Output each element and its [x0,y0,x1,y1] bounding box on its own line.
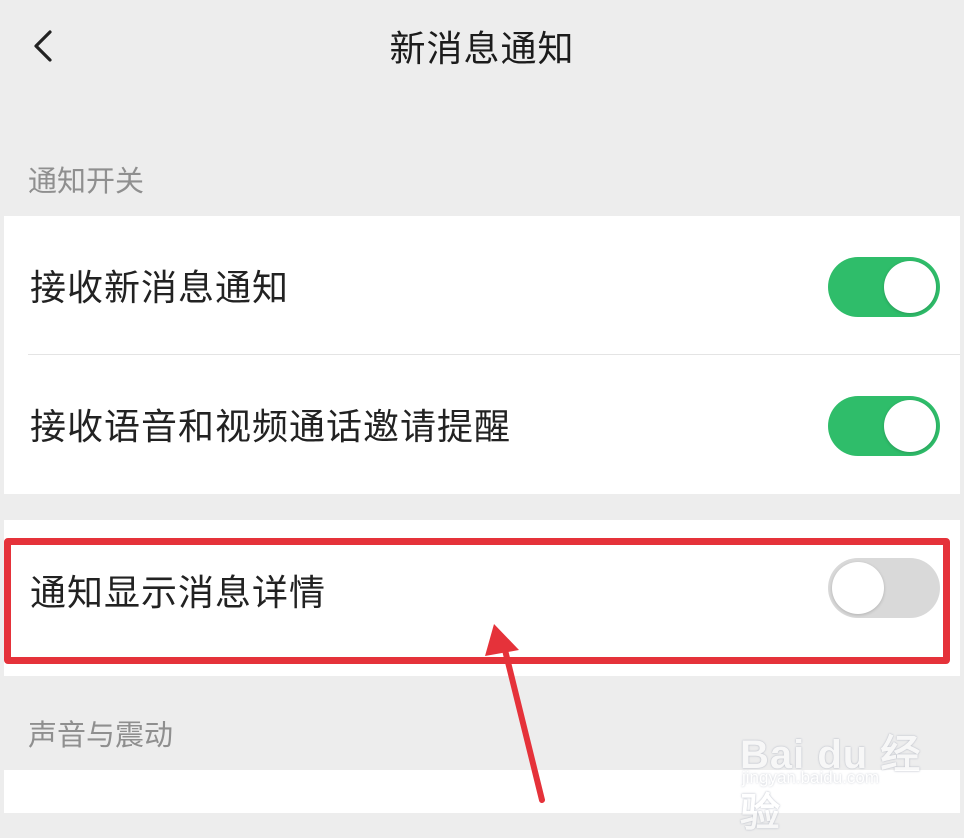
baidu-watermark: Bai du 经验 jingyan.baidu.com [740,708,950,835]
highlight-box [4,538,950,664]
setting-label: 接收新消息通知 [30,268,290,309]
page-title: 新消息通知 [389,29,575,70]
section-label-notification-switch: 通知开关 [28,164,145,198]
section-label-sound-vibration: 声音与震动 [28,718,174,752]
receive-new-messages-toggle[interactable] [828,257,940,317]
call-invites-toggle[interactable] [828,396,940,456]
toggle-knob [884,261,936,313]
settings-group-notifications: 接收新消息通知 接收语音和视频通话邀请提醒 [4,216,960,494]
setting-row-call-invites[interactable]: 接收语音和视频通话邀请提醒 [4,355,960,493]
setting-label: 接收语音和视频通话邀请提醒 [30,407,512,448]
toggle-knob [884,400,936,452]
watermark-url: jingyan.baidu.com [742,768,880,787]
setting-row-receive-new-messages[interactable]: 接收新消息通知 [4,216,960,354]
navigation-bar: 新消息通知 [0,0,964,100]
